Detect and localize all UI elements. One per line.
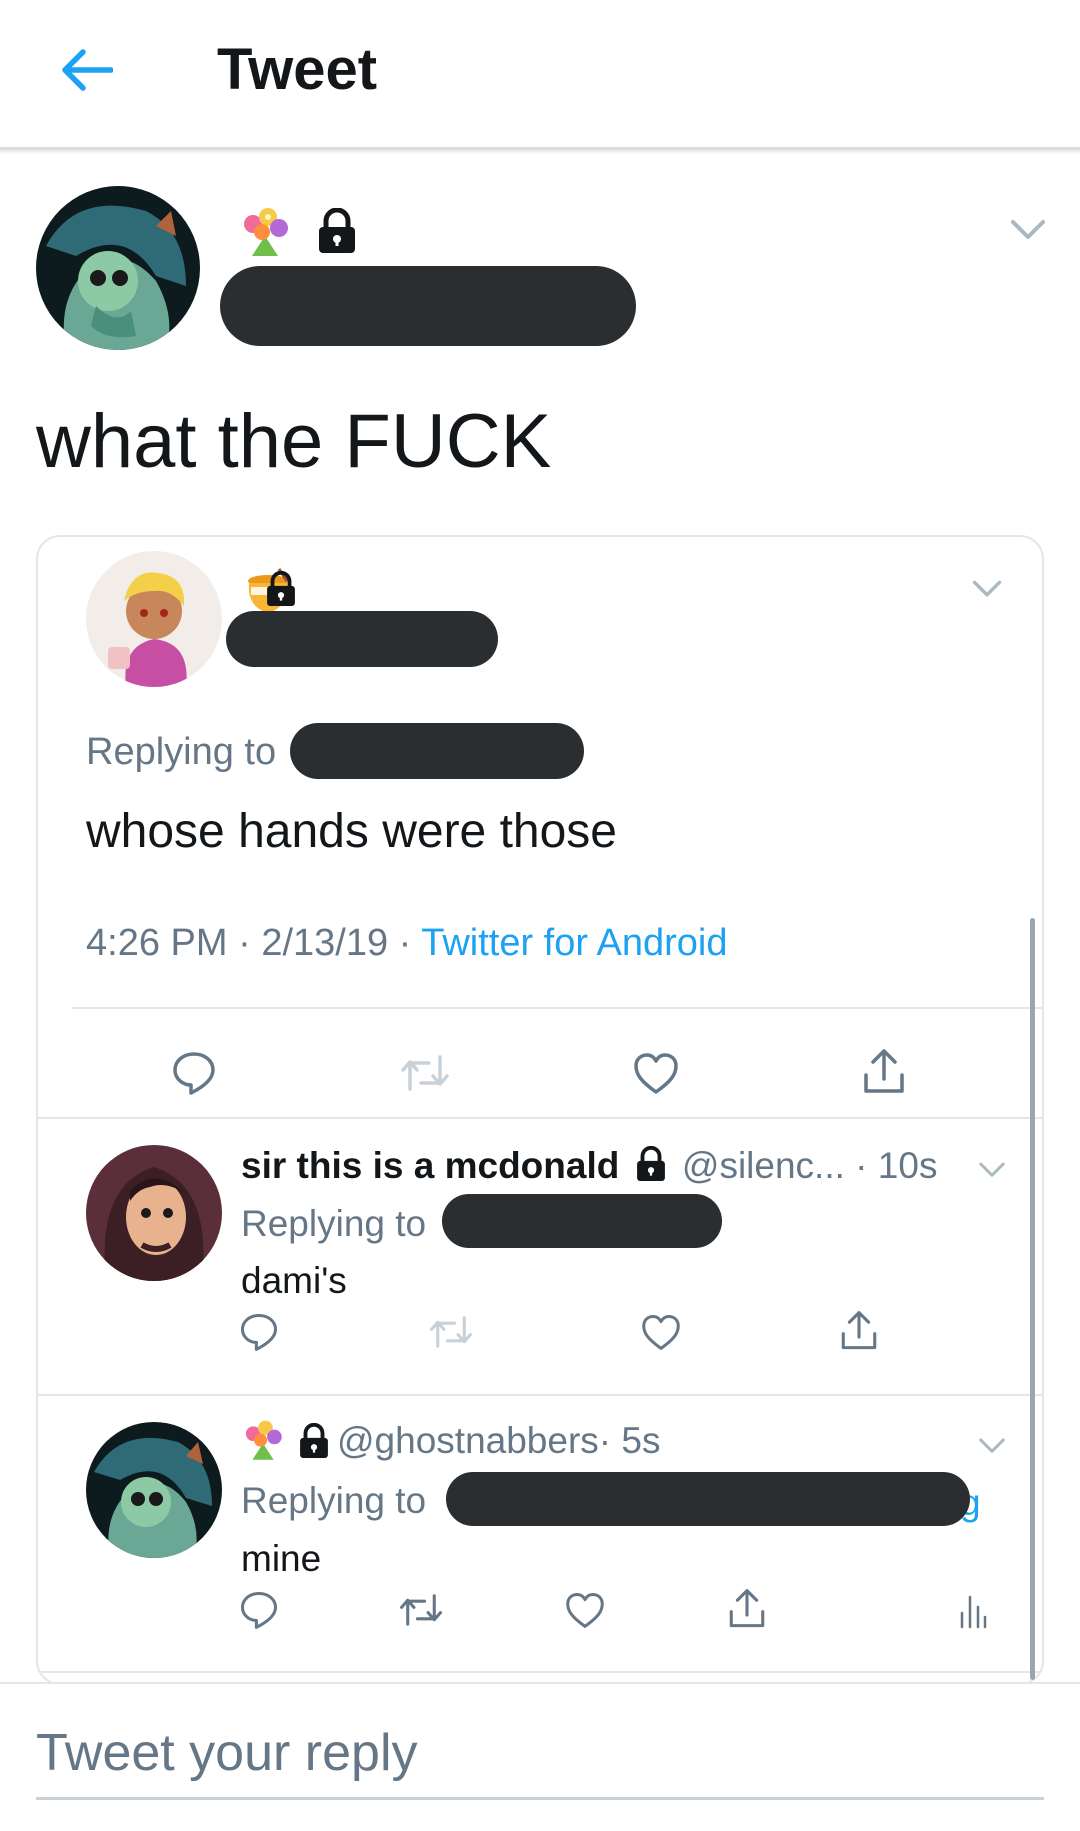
author-avatar[interactable] (36, 186, 200, 350)
heart-icon (634, 1053, 678, 1094)
bouquet-icon (245, 1420, 282, 1460)
reply-icon (240, 1313, 278, 1351)
redacted-handle (446, 1472, 970, 1526)
reply-timestamp: · 5s (598, 1420, 661, 1461)
redacted-handle (290, 723, 584, 779)
display-name: sir this is a mcdonald (241, 1145, 620, 1186)
retweet-icon (399, 1594, 443, 1626)
chevron-down-icon[interactable] (1010, 218, 1046, 242)
retweet-icon (401, 1055, 449, 1091)
divider (38, 1117, 1042, 1119)
divider (72, 1007, 1042, 1009)
lock-icon (267, 571, 295, 606)
embedded-thread-card: Replying to whose hands were those 4:26 … (36, 535, 1044, 1685)
bouquet-icon (238, 206, 292, 260)
replying-to-label: Replying to (241, 1203, 427, 1244)
share-icon (729, 1589, 765, 1628)
reply-timestamp: · 10s (844, 1145, 938, 1186)
analytics-icon (960, 1595, 987, 1629)
user-handle: @silenc... (681, 1145, 845, 1186)
reply-button[interactable] (234, 1585, 284, 1635)
lock-icon (636, 1145, 665, 1181)
arrow-left-icon (62, 49, 113, 91)
like-button[interactable] (560, 1585, 610, 1635)
divider (38, 1394, 1042, 1396)
reply-icon (240, 1591, 278, 1629)
reply-author-avatar[interactable] (86, 1145, 222, 1281)
reply-text: mine (241, 1538, 322, 1579)
lock-icon (300, 1423, 328, 1458)
top-bar: Tweet (0, 0, 1080, 150)
page-title: Tweet (217, 37, 378, 102)
reply-input[interactable] (36, 1708, 1044, 1800)
reply-text: dami's (241, 1260, 347, 1301)
reply-header: sir this is a mcdonald @silenc... · 10s (241, 1145, 937, 1187)
replying-to-label: Replying to (86, 731, 277, 773)
retweet-button[interactable] (394, 1585, 448, 1635)
share-button[interactable] (834, 1305, 884, 1357)
analytics-button[interactable] (948, 1585, 998, 1635)
share-icon (841, 1311, 877, 1350)
user-handle: @ghostnabbers (337, 1420, 599, 1461)
like-button[interactable] (636, 1307, 686, 1357)
meta-separator: · (227, 922, 262, 964)
tweet-source-link[interactable]: Twitter for Android (421, 922, 727, 964)
redacted-handle (442, 1194, 722, 1248)
share-icon (864, 1049, 904, 1093)
like-button[interactable] (628, 1045, 684, 1101)
scrollbar[interactable] (1030, 918, 1035, 1680)
chevron-down-icon[interactable] (978, 1437, 1006, 1455)
lock-icon (319, 208, 355, 253)
share-button[interactable] (856, 1043, 912, 1101)
redacted-name (220, 266, 636, 346)
reply-composer (0, 1682, 1080, 1831)
chevron-down-icon[interactable] (978, 1161, 1006, 1179)
share-button[interactable] (722, 1583, 772, 1635)
reply-button[interactable] (166, 1045, 222, 1101)
reply-icon (173, 1052, 215, 1095)
quoted-tweet-text: whose hands were those (86, 805, 617, 858)
chevron-down-icon[interactable] (972, 579, 1002, 599)
tweet-meta: 4:26 PM · 2/13/19 · Twitter for Android (86, 922, 727, 965)
heart-icon (566, 1592, 604, 1628)
heart-icon (642, 1314, 680, 1350)
meta-separator: · (388, 922, 422, 964)
divider (38, 1671, 1042, 1673)
reply-button[interactable] (234, 1307, 284, 1357)
replying-to-label: Replying to (241, 1480, 427, 1521)
redacted-name (226, 611, 498, 667)
tweet-time: 4:26 PM (86, 922, 228, 964)
reply-header: @ghostnabbers · 5s (241, 1419, 660, 1463)
retweet-button[interactable] (424, 1307, 478, 1357)
retweet-button[interactable] (395, 1045, 455, 1101)
reply-author-avatar[interactable] (86, 1422, 222, 1558)
back-button[interactable] (52, 38, 122, 102)
quoted-author-avatar[interactable] (86, 551, 222, 687)
tweet-date: 2/13/19 (261, 922, 389, 964)
retweet-icon (429, 1316, 473, 1348)
tweet-text: what the FUCK (36, 399, 552, 484)
